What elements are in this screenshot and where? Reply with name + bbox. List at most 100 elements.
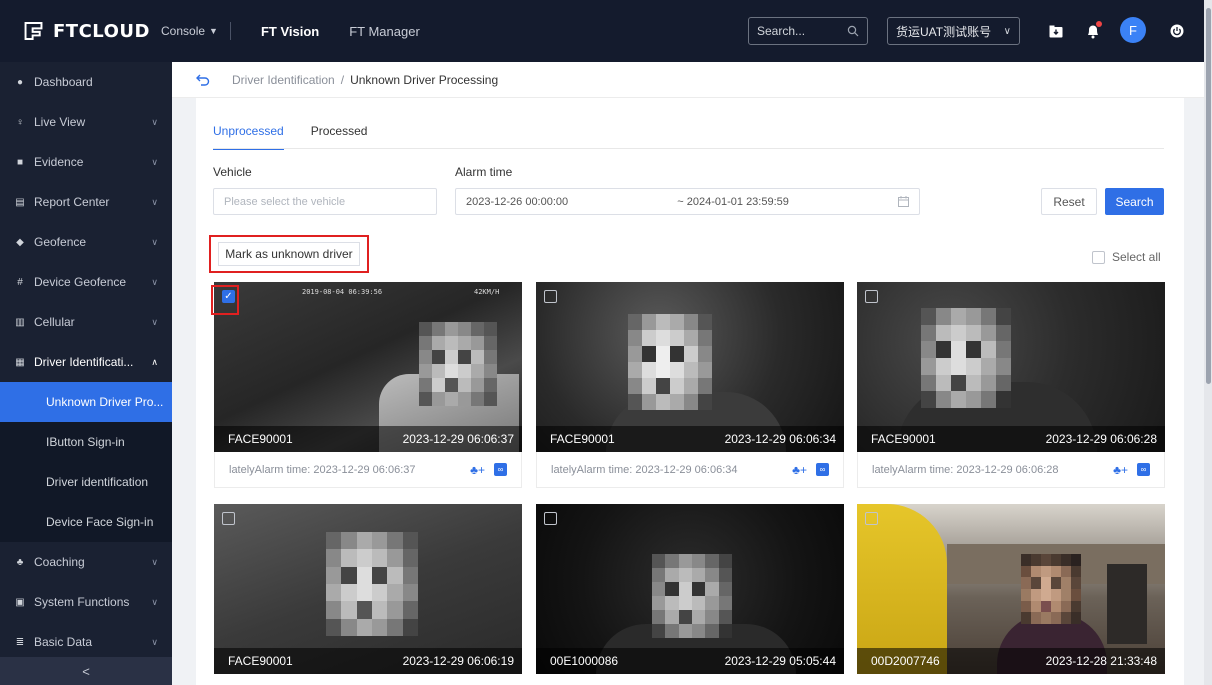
card-checkbox[interactable] — [544, 512, 557, 525]
download-folder-icon[interactable] — [1045, 20, 1067, 42]
breadcrumb-parent[interactable]: Driver Identification — [232, 73, 335, 87]
mark-unknown-driver-button[interactable]: Mark as unknown driver — [218, 242, 360, 266]
console-dropdown[interactable]: Console ▼ — [161, 24, 218, 38]
breadcrumb: Driver Identification / Unknown Driver Pro… — [232, 73, 498, 87]
coaching-icon: ♣ — [16, 556, 24, 568]
power-icon[interactable] — [1166, 20, 1188, 42]
pixelated-face — [326, 532, 418, 636]
notification-bell-icon[interactable] — [1082, 20, 1104, 42]
basic-data-icon: ≣ — [15, 636, 25, 648]
page-scrollbar-thumb[interactable] — [1206, 8, 1211, 384]
search-icon — [847, 25, 859, 37]
device-id: 00E1000086 — [550, 654, 619, 668]
sidebar-item-dashboard[interactable]: ● Dashboard — [0, 62, 172, 102]
sidebar-item-geofence[interactable]: ◆ Geofence ∨ — [0, 222, 172, 262]
device-id: FACE90001 — [871, 432, 936, 446]
sidebar-item-evidence[interactable]: ■ Evidence ∨ — [0, 142, 172, 182]
chevron-down-icon: ∨ — [1003, 25, 1011, 37]
face-card[interactable]: FACE90001 2023-12-29 06:06:34 latelyAlar… — [536, 282, 844, 488]
brand-logo[interactable]: FTCLOUD — [0, 18, 150, 44]
select-all-checkbox[interactable]: Select all — [1092, 250, 1161, 264]
top-tab-ft-manager[interactable]: FT Manager — [349, 24, 420, 39]
vehicle-placeholder: Please select the vehicle — [224, 195, 346, 208]
sidebar-sub-unknown-driver[interactable]: Unknown Driver Pro... — [0, 382, 172, 422]
sidebar-item-basic-data[interactable]: ≣ Basic Data ∨ — [0, 622, 172, 662]
sidebar-item-label: Cellular — [34, 315, 75, 329]
date-end: ~ 2024-01-01 23:59:59 — [677, 195, 789, 208]
alarm-time: 2023-12-29 06:06:37 — [402, 432, 514, 446]
chair-shape — [1107, 564, 1147, 644]
device-id: FACE90001 — [228, 432, 293, 446]
brand-logo-icon — [24, 22, 43, 40]
sidebar-item-label: Live View — [34, 115, 86, 129]
pixelated-face — [628, 314, 712, 410]
pixelated-face — [921, 308, 1011, 408]
chevron-down-icon: ∨ — [151, 596, 158, 607]
report-icon: ▤ — [15, 196, 25, 208]
face-card[interactable]: 00E1000086 2023-12-29 05:05:44 — [536, 504, 844, 674]
sidebar-sub-device-face[interactable]: Device Face Sign-in — [0, 502, 172, 542]
dashboard-icon: ● — [16, 76, 24, 88]
face-image: 2019-08-04 06:39:56 42KM/H ✓ FACE90001 2… — [214, 282, 522, 452]
chevron-down-icon: ∨ — [151, 316, 158, 327]
tab-unprocessed[interactable]: Unprocessed — [213, 124, 284, 150]
sidebar-item-device-geofence[interactable]: # Device Geofence ∨ — [0, 262, 172, 302]
sidebar-item-label: Evidence — [34, 155, 84, 169]
top-search-input[interactable]: Search... — [748, 17, 868, 45]
sidebar-item-live-view[interactable]: ♀ Live View ∨ — [0, 102, 172, 142]
alarm-time-range[interactable]: 2023-12-26 00:00:00 ~ 2024-01-01 23:59:5… — [455, 188, 920, 215]
add-driver-icon[interactable]: ♣+ — [1113, 463, 1128, 477]
reset-button[interactable]: Reset — [1041, 188, 1097, 215]
sidebar-item-driver-identification[interactable]: ▦ Driver Identificati... ∧ — [0, 342, 172, 382]
card-footer: latelyAlarm time: 2023-12-29 06:06:34 ♣+… — [536, 452, 844, 488]
alarm-time-label: Alarm time — [455, 165, 513, 179]
top-search-placeholder: Search... — [757, 24, 806, 38]
sidebar-item-cellular[interactable]: ▥ Cellular ∨ — [0, 302, 172, 342]
sidebar-item-label: Report Center — [34, 195, 110, 209]
link-icon[interactable]: ∞ — [494, 463, 507, 476]
face-image: FACE90001 2023-12-29 06:06:34 — [536, 282, 844, 452]
link-icon[interactable]: ∞ — [1137, 463, 1150, 476]
lately-alarm-text: latelyAlarm time: 2023-12-29 06:06:28 — [872, 463, 1059, 476]
chevron-down-icon: ∨ — [151, 156, 158, 167]
link-icon[interactable]: ∞ — [816, 463, 829, 476]
card-checkbox[interactable] — [865, 512, 878, 525]
alarm-time: 2023-12-29 06:06:19 — [402, 654, 514, 668]
sidebar-collapse-button[interactable]: < — [0, 657, 172, 685]
sidebar-sub-ibutton[interactable]: IButton Sign-in — [0, 422, 172, 462]
card-caption: 00D2007746 2023-12-28 21:33:48 — [857, 648, 1165, 674]
card-caption: FACE90001 2023-12-29 06:06:37 — [214, 426, 522, 452]
card-checkbox[interactable] — [544, 290, 557, 303]
breadcrumb-current: Unknown Driver Processing — [350, 72, 499, 87]
add-driver-icon[interactable]: ♣+ — [470, 463, 485, 477]
user-avatar[interactable]: F — [1120, 17, 1146, 43]
calendar-icon — [898, 196, 909, 207]
chevron-up-icon: ∧ — [151, 356, 158, 367]
face-card[interactable]: 00D2007746 2023-12-28 21:33:48 — [857, 504, 1165, 674]
tab-processed[interactable]: Processed — [311, 124, 368, 150]
card-checkbox[interactable] — [222, 512, 235, 525]
select-all-label: Select all — [1112, 250, 1161, 264]
device-id: FACE90001 — [228, 654, 293, 668]
card-caption: 00E1000086 2023-12-29 05:05:44 — [536, 648, 844, 674]
card-checkbox[interactable] — [865, 290, 878, 303]
face-image: FACE90001 2023-12-29 06:06:19 — [214, 504, 522, 674]
sidebar-item-system-functions[interactable]: ▣ System Functions ∨ — [0, 582, 172, 622]
face-card[interactable]: FACE90001 2023-12-29 06:06:19 — [214, 504, 522, 674]
sidebar-item-report-center[interactable]: ▤ Report Center ∨ — [0, 182, 172, 222]
add-driver-icon[interactable]: ♣+ — [792, 463, 807, 477]
face-card[interactable]: 2019-08-04 06:39:56 42KM/H ✓ FACE90001 2… — [214, 282, 522, 488]
back-arrow-icon[interactable] — [196, 72, 212, 88]
search-button[interactable]: Search — [1105, 188, 1164, 215]
face-card[interactable]: FACE90001 2023-12-29 06:06:28 latelyAlar… — [857, 282, 1165, 488]
top-tab-ft-vision[interactable]: FT Vision — [261, 24, 319, 39]
card-footer: latelyAlarm time: 2023-12-29 06:06:37 ♣+… — [214, 452, 522, 488]
breadcrumb-bar: Driver Identification / Unknown Driver Pro… — [172, 62, 1204, 98]
mark-unknown-driver-highlight: Mark as unknown driver — [209, 235, 369, 273]
sidebar-sub-driver-identification[interactable]: Driver identification — [0, 462, 172, 502]
vehicle-select[interactable]: Please select the vehicle — [213, 188, 437, 215]
system-icon: ▣ — [15, 596, 25, 608]
sidebar-item-coaching[interactable]: ♣ Coaching ∨ — [0, 542, 172, 582]
account-select[interactable]: 货运UAT测试账号 ∨ — [887, 17, 1020, 45]
select-all-box — [1092, 250, 1105, 264]
